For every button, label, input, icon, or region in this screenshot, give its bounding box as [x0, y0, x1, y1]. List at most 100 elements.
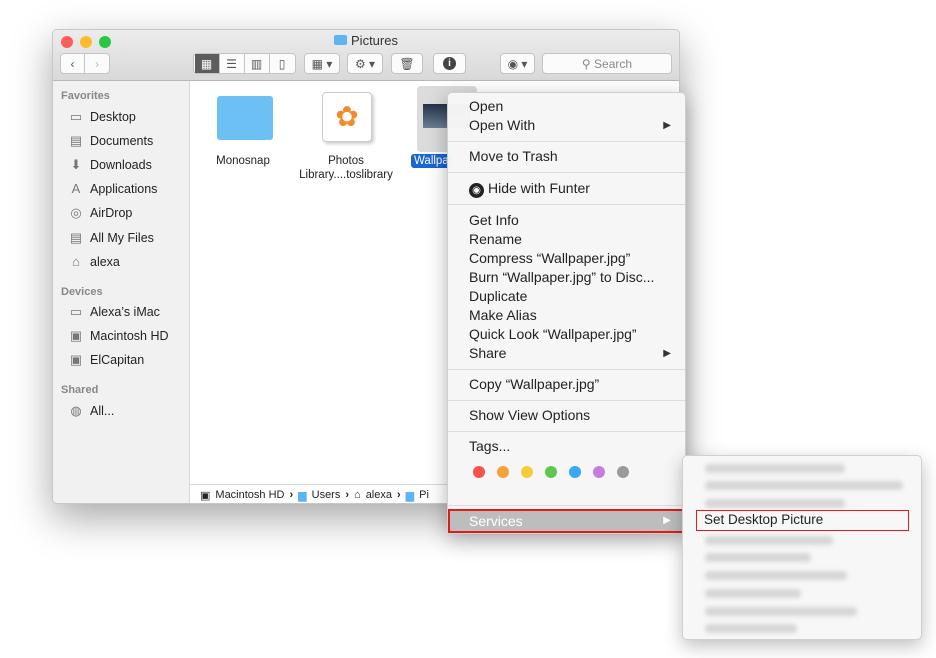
sidebar-header-shared: Shared	[61, 384, 99, 396]
menu-share[interactable]: Share	[469, 345, 506, 361]
search-input[interactable]: ⚲ Search	[542, 53, 672, 74]
funter-eye-icon[interactable]: ◉ ▾	[500, 53, 535, 74]
search-icon: ⚲	[581, 56, 595, 71]
tag-gray[interactable]	[617, 466, 629, 478]
blurred-service-item[interactable]	[705, 589, 801, 598]
tag-blue[interactable]	[569, 466, 581, 478]
sidebar-item-applications[interactable]: A Applications	[68, 181, 158, 196]
path-users[interactable]: Users	[312, 489, 341, 501]
separator	[448, 505, 685, 506]
menu-set-desktop-picture[interactable]: Set Desktop Picture	[696, 510, 909, 531]
menu-copy[interactable]: Copy “Wallpaper.jpg”	[469, 376, 599, 392]
column-view-icon[interactable]: ▥	[245, 54, 270, 73]
sidebar-item-downloads[interactable]: ⬇ Downloads	[68, 157, 152, 173]
menu-duplicate[interactable]: Duplicate	[469, 288, 527, 304]
documents-icon: ▤	[69, 133, 83, 148]
menu-get-info[interactable]: Get Info	[469, 212, 519, 228]
blurred-service-item[interactable]	[705, 553, 811, 562]
airdrop-icon: ◎	[70, 205, 82, 220]
services-submenu: Set Desktop Picture	[682, 455, 922, 640]
separator	[448, 204, 685, 205]
menu-rename[interactable]: Rename	[469, 231, 522, 247]
disk-icon: ▣	[69, 328, 83, 343]
tag-green[interactable]	[545, 466, 557, 478]
separator	[448, 369, 685, 370]
separator	[448, 400, 685, 401]
blurred-service-item[interactable]	[705, 536, 833, 545]
menu-move-to-trash[interactable]: Move to Trash	[469, 148, 558, 164]
path-pictures[interactable]: Pi	[419, 489, 429, 501]
forward-icon[interactable]: ›	[85, 54, 109, 73]
context-menu: Open Open With ▶ Move to Trash ◉ Hide with…	[447, 92, 686, 534]
blurred-service-item[interactable]	[705, 571, 847, 580]
blurred-service-item[interactable]	[705, 607, 857, 616]
window-title: Pictures	[53, 33, 679, 48]
all-files-icon: ▤	[69, 230, 83, 245]
submenu-arrow-icon: ▶	[663, 515, 671, 526]
view-switcher: ▦ ☰ ▥ ▯	[193, 53, 296, 74]
sidebar-item-macintosh-hd[interactable]: ▣ Macintosh HD	[68, 328, 169, 344]
sidebar-item-elcapitan[interactable]: ▣ ElCapitan	[68, 352, 144, 368]
path-alexa[interactable]: alexa	[366, 489, 392, 501]
folder-icon: ▆	[405, 489, 415, 502]
menu-open[interactable]: Open	[469, 98, 503, 114]
separator	[448, 141, 685, 142]
sidebar-item-imac[interactable]: ▭ Alexa’s iMac	[68, 304, 160, 320]
photos-icon: ✿	[322, 92, 372, 142]
blurred-service-item[interactable]	[705, 481, 903, 490]
disk-icon: ▣	[69, 352, 83, 367]
imac-icon: ▭	[69, 304, 83, 319]
nav-buttons: ‹ ›	[60, 53, 110, 74]
sidebar: Favorites ▭ Desktop ▤ Documents ⬇ Downloads…	[53, 81, 190, 503]
gear-icon[interactable]: ⚙ ▾	[347, 53, 383, 74]
menu-tags[interactable]: Tags...	[469, 438, 510, 454]
trash-icon[interactable]: 🗑	[391, 53, 423, 74]
tag-red[interactable]	[473, 466, 485, 478]
path-macintosh-hd[interactable]: Macintosh HD	[215, 489, 284, 501]
blurred-service-item[interactable]	[705, 624, 797, 633]
info-icon[interactable]: i	[433, 53, 466, 74]
menu-services[interactable]: Services ▶	[448, 509, 685, 533]
icon-view-icon[interactable]: ▦	[194, 54, 220, 73]
menu-show-view-options[interactable]: Show View Options	[469, 407, 590, 423]
menu-burn[interactable]: Burn “Wallpaper.jpg” to Disc...	[469, 269, 654, 285]
home-icon: ⌂	[354, 489, 361, 501]
folder-icon: ▆	[298, 489, 307, 502]
sidebar-item-desktop[interactable]: ▭ Desktop	[68, 109, 136, 125]
network-icon: ◍	[70, 403, 82, 418]
desktop-icon: ▭	[69, 109, 83, 124]
blurred-service-item[interactable]	[705, 464, 845, 473]
sidebar-item-airdrop[interactable]: ◎ AirDrop	[68, 205, 132, 221]
submenu-arrow-icon: ▶	[663, 348, 671, 359]
applications-icon: A	[71, 181, 81, 196]
tag-yellow[interactable]	[521, 466, 533, 478]
back-icon[interactable]: ‹	[61, 54, 86, 73]
arrange-icon[interactable]: ▦ ▾	[304, 53, 340, 74]
folder-icon	[334, 35, 348, 45]
sidebar-header-favorites: Favorites	[61, 90, 110, 102]
funter-eye-icon: ◉	[469, 183, 484, 198]
sidebar-item-alexa[interactable]: ⌂ alexa	[68, 254, 120, 269]
sidebar-item-all-shared[interactable]: ◍ All...	[68, 403, 114, 419]
home-icon: ⌂	[72, 254, 80, 269]
separator	[448, 431, 685, 432]
menu-hide-with-funter[interactable]: ◉ Hide with Funter	[469, 180, 590, 198]
downloads-icon: ⬇	[70, 157, 82, 172]
tag-purple[interactable]	[593, 466, 605, 478]
tag-orange[interactable]	[497, 466, 509, 478]
disk-icon: ▣	[200, 489, 211, 502]
submenu-arrow-icon: ▶	[663, 120, 671, 131]
menu-open-with[interactable]: Open With	[469, 117, 535, 133]
blurred-service-item[interactable]	[705, 499, 845, 508]
menu-make-alias[interactable]: Make Alias	[469, 307, 537, 323]
titlebar: Pictures ‹ › ▦ ☰ ▥ ▯ ▦ ▾ ⚙ ▾ 🗑 i ◉ ▾ ⚲ Searc…	[53, 30, 679, 81]
sidebar-item-documents[interactable]: ▤ Documents	[68, 133, 153, 149]
coverflow-view-icon[interactable]: ▯	[270, 54, 295, 73]
menu-compress[interactable]: Compress “Wallpaper.jpg”	[469, 250, 630, 266]
separator	[448, 172, 685, 173]
sidebar-item-all-my-files[interactable]: ▤ All My Files	[68, 230, 154, 246]
folder-icon	[217, 96, 273, 140]
list-view-icon[interactable]: ☰	[220, 54, 245, 73]
sidebar-header-devices: Devices	[61, 286, 103, 298]
menu-quick-look[interactable]: Quick Look “Wallpaper.jpg”	[469, 326, 637, 342]
